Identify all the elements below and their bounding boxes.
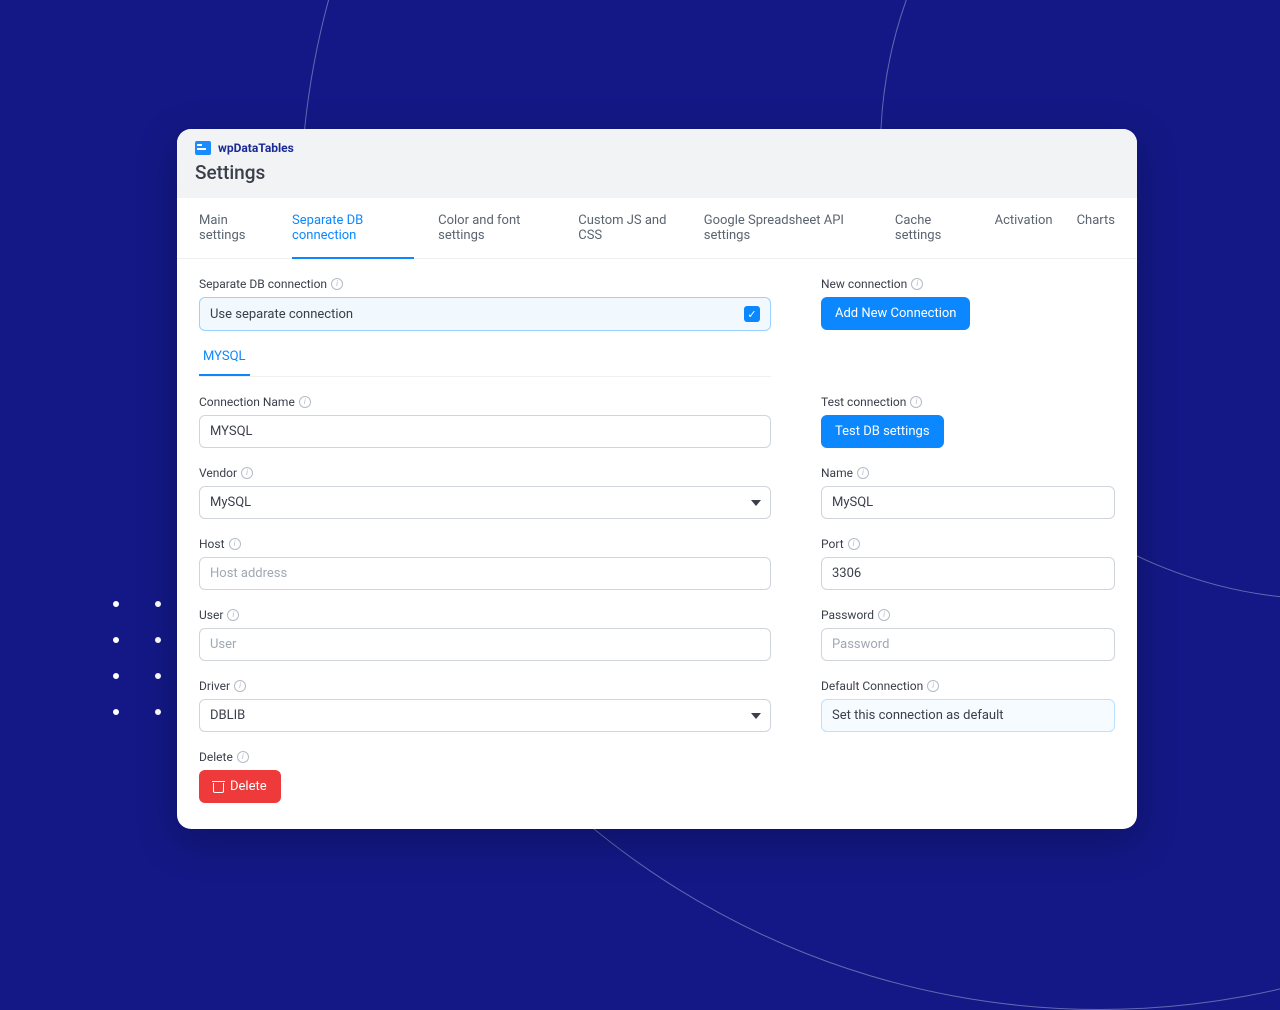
info-icon[interactable]: i [331, 278, 343, 290]
tab-content: Separate DB connection i Use separate co… [177, 259, 1137, 829]
trash-icon [213, 781, 224, 793]
driver-label: Driver i [199, 679, 771, 693]
vendor-label: Vendor i [199, 466, 771, 480]
tab-charts[interactable]: Charts [1077, 199, 1115, 259]
info-icon[interactable]: i [234, 680, 246, 692]
subtab-mysql[interactable]: MYSQL [199, 341, 250, 376]
port-input[interactable] [821, 557, 1115, 590]
tab-separate-db-connection[interactable]: Separate DB connection [292, 199, 414, 259]
connection-subtabs: MYSQL [199, 341, 771, 377]
driver-select[interactable]: DBLIB [199, 699, 771, 732]
brand-name: wpDataTables [218, 141, 294, 155]
default-connection-toggle[interactable]: Set this connection as default [821, 699, 1115, 732]
tab-activation[interactable]: Activation [995, 199, 1053, 259]
info-icon[interactable]: i [241, 467, 253, 479]
label-text: Name [821, 466, 853, 480]
window-header: wpDataTables Settings [177, 129, 1137, 198]
use-separate-connection-toggle[interactable]: Use separate connection ✓ [199, 297, 771, 331]
tab-cache-settings[interactable]: Cache settings [895, 199, 971, 259]
tab-custom-js-css[interactable]: Custom JS and CSS [578, 199, 680, 259]
label-text: Vendor [199, 466, 237, 480]
info-icon[interactable]: i [927, 680, 939, 692]
info-icon[interactable]: i [299, 396, 311, 408]
password-label: Password i [821, 608, 1115, 622]
info-icon[interactable]: i [878, 609, 890, 621]
user-input[interactable] [199, 628, 771, 661]
brand-icon [195, 141, 211, 155]
label-text: Password [821, 608, 874, 622]
test-db-settings-button[interactable]: Test DB settings [821, 415, 944, 448]
dot-grid [113, 601, 161, 715]
label-text: Default Connection [821, 679, 923, 693]
label-text: Delete [199, 750, 233, 764]
info-icon[interactable]: i [848, 538, 860, 550]
brand: wpDataTables [195, 141, 1119, 155]
info-icon[interactable]: i [237, 751, 249, 763]
page-title: Settings [195, 161, 1119, 184]
tab-color-and-font[interactable]: Color and font settings [438, 199, 554, 259]
checkbox-checked-icon: ✓ [744, 306, 760, 322]
name-input[interactable] [821, 486, 1115, 519]
separate-db-label: Separate DB connection i [199, 277, 771, 291]
name-label: Name i [821, 466, 1115, 480]
info-icon[interactable]: i [229, 538, 241, 550]
user-label: User i [199, 608, 771, 622]
tabs: Main settings Separate DB connection Col… [177, 198, 1137, 259]
vendor-select[interactable]: MySQL [199, 486, 771, 519]
label-text: Test connection [821, 395, 906, 409]
label-text: Host [199, 537, 225, 551]
label-text: Port [821, 537, 844, 551]
default-connection-label: Default Connection i [821, 679, 1115, 693]
add-new-connection-button[interactable]: Add New Connection [821, 297, 970, 330]
tab-main-settings[interactable]: Main settings [199, 199, 268, 259]
host-input[interactable] [199, 557, 771, 590]
tab-google-spreadsheet-api[interactable]: Google Spreadsheet API settings [704, 199, 871, 259]
toggle-text: Set this connection as default [832, 708, 1004, 723]
info-icon[interactable]: i [911, 278, 923, 290]
label-text: Separate DB connection [199, 277, 327, 291]
delete-label: Delete i [199, 750, 1115, 764]
toggle-text: Use separate connection [210, 307, 353, 322]
delete-button[interactable]: Delete [199, 770, 281, 803]
password-input[interactable] [821, 628, 1115, 661]
host-label: Host i [199, 537, 771, 551]
info-icon[interactable]: i [910, 396, 922, 408]
label-text: Driver [199, 679, 230, 693]
label-text: User [199, 608, 223, 622]
info-icon[interactable]: i [227, 609, 239, 621]
label-text: New connection [821, 277, 907, 291]
port-label: Port i [821, 537, 1115, 551]
test-connection-label: Test connection i [821, 395, 1115, 409]
delete-button-label: Delete [230, 779, 267, 794]
settings-window: wpDataTables Settings Main settings Sepa… [177, 129, 1137, 829]
info-icon[interactable]: i [857, 467, 869, 479]
connection-name-input[interactable] [199, 415, 771, 448]
new-connection-label: New connection i [821, 277, 1115, 291]
connection-name-label: Connection Name i [199, 395, 771, 409]
label-text: Connection Name [199, 395, 295, 409]
